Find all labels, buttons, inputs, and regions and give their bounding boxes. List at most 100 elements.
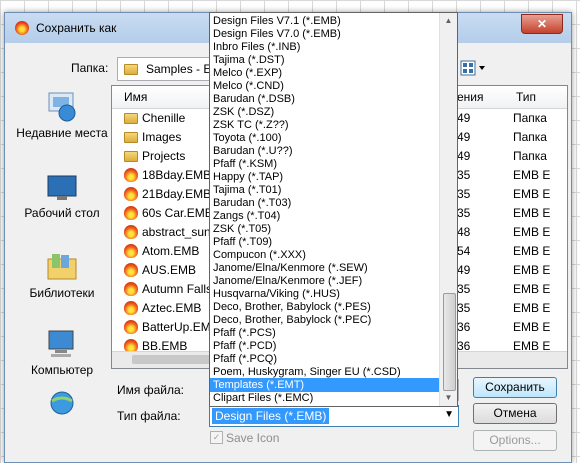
emb-file-icon <box>124 187 138 201</box>
file-name: Projects <box>142 149 186 163</box>
filetype-option[interactable]: Husqvarna/Viking (*.HUS) <box>210 287 442 301</box>
filetype-option[interactable]: Clipart Files (*.EMC) <box>210 391 442 405</box>
filetype-dropdown-list[interactable]: Design Files V7.1 (*.EMB) Design Files V7… <box>209 12 458 407</box>
filename-label: Имя файла: <box>117 383 184 397</box>
filetype-option[interactable]: Tajima (*.T01) <box>210 183 442 197</box>
folder-icon <box>124 62 138 75</box>
emb-file-icon <box>124 206 138 220</box>
cancel-button[interactable]: Отмена <box>473 403 557 424</box>
recent-places-icon <box>48 92 76 122</box>
close-button[interactable]: ✕ <box>521 14 563 34</box>
filetype-option[interactable]: Barudan (*.T03) <box>210 196 442 210</box>
filetype-option[interactable]: Janome/Elna/Kenmore (*.SEW) <box>210 261 442 275</box>
file-name: 21Bday.EMB <box>142 187 212 201</box>
folder-icon <box>124 130 138 144</box>
filetype-option[interactable]: Happy (*.TAP) <box>210 170 442 184</box>
filetype-option[interactable]: Zangs (*.T04) <box>210 209 442 223</box>
emb-file-icon <box>124 168 138 182</box>
filetype-value: Design Files (*.EMB) <box>212 408 330 424</box>
filetype-option[interactable]: Design Files V7.1 (*.EMB) <box>210 14 442 28</box>
scroll-thumb[interactable] <box>443 293 456 391</box>
filetype-option[interactable]: Melco (*.EXP) <box>210 66 442 80</box>
place-libraries[interactable]: Библиотеки <box>14 251 110 300</box>
network-icon <box>50 391 74 415</box>
file-name: Images <box>142 130 182 144</box>
filetype-option[interactable]: Compucon (*.XXX) <box>210 248 442 262</box>
file-modified: 49 <box>457 149 471 163</box>
filetype-option[interactable]: Janome/Elna/Kenmore (*.JEF) <box>210 274 442 288</box>
filetype-label: Тип файла: <box>117 409 181 423</box>
file-type: EMB E <box>513 244 551 258</box>
filetype-option[interactable]: Tajima (*.DST) <box>210 53 442 67</box>
file-name: 18Bday.EMB <box>142 168 212 182</box>
app-flame-icon <box>15 21 29 35</box>
file-modified: 54 <box>457 244 471 258</box>
file-modified: 49 <box>457 111 471 125</box>
save-icon-label: Save Icon <box>226 430 280 445</box>
filetype-option[interactable]: Deco, Brother, Babylock (*.PES) <box>210 300 442 314</box>
file-name: Atom.EMB <box>142 244 200 258</box>
file-type: EMB E <box>513 168 551 182</box>
view-menu-button[interactable] <box>459 59 489 77</box>
file-name: 60s Car.EMB <box>142 206 213 220</box>
scroll-up-arrow-icon[interactable]: ▲ <box>442 14 455 28</box>
file-type: EMB E <box>513 263 551 277</box>
folder-icon <box>124 111 138 125</box>
filetype-option[interactable]: ZSK TC (*.Z??) <box>210 118 442 132</box>
file-type: EMB E <box>513 206 551 220</box>
filetype-option[interactable]: Pfaff (*.PCQ) <box>210 352 442 366</box>
filetype-select[interactable]: Design Files (*.EMB) ▼ <box>209 405 459 427</box>
filetype-option[interactable]: Pfaff (*.PCD) <box>210 339 442 353</box>
filetype-option[interactable]: Inbro Files (*.INB) <box>210 40 442 54</box>
emb-file-icon <box>124 301 138 315</box>
filetype-option[interactable]: ZSK (*.T05) <box>210 222 442 236</box>
file-modified: 35 <box>457 168 471 182</box>
filetype-option[interactable]: Melco (*.CND) <box>210 79 442 93</box>
emb-file-icon <box>124 225 138 239</box>
place-recent[interactable]: Недавние места <box>14 89 110 140</box>
file-modified: 48 <box>457 225 471 239</box>
scroll-down-arrow-icon[interactable]: ▼ <box>442 391 455 405</box>
dropdown-scrollbar[interactable]: ▲ ▼ <box>439 13 457 406</box>
file-type: Папка <box>513 130 547 144</box>
filetype-option[interactable]: Barudan (*.U??) <box>210 144 442 158</box>
filetype-option[interactable]: Pfaff (*.T09) <box>210 235 442 249</box>
emb-file-icon <box>124 244 138 258</box>
filetype-option[interactable]: Deco, Brother, Babylock (*.PEC) <box>210 313 442 327</box>
window-title: Сохранить как <box>36 21 117 35</box>
place-network[interactable] <box>14 389 110 422</box>
filetype-option[interactable]: ZSK (*.DSZ) <box>210 105 442 119</box>
filetype-option[interactable]: Toyota (*.100) <box>210 131 442 145</box>
emb-file-icon <box>124 263 138 277</box>
column-modified[interactable]: ения <box>457 90 484 104</box>
filetype-option[interactable]: Barudan (*.DSB) <box>210 92 442 106</box>
checkmark-icon: ✓ <box>210 431 223 445</box>
save-as-dialog: Сохранить как ✕ Папка: Samples - Emb Нед… <box>4 12 572 463</box>
folder-label: Папка: <box>71 61 109 75</box>
filetype-option[interactable]: Templates (*.EMT) <box>210 378 442 392</box>
file-name: Chenille <box>142 111 186 125</box>
filetype-option[interactable]: Pfaff (*.KSM) <box>210 157 442 171</box>
file-type: EMB E <box>513 320 551 334</box>
emb-file-icon <box>124 282 138 296</box>
places-bar: Недавние места Рабочий стол Библиотеки К… <box>14 83 110 415</box>
options-button[interactable]: Options... <box>473 430 557 451</box>
folder-combo[interactable]: Samples - Emb <box>117 57 228 81</box>
column-name[interactable]: Имя <box>124 90 147 104</box>
file-name: abstract_sun. <box>142 225 215 239</box>
filetype-option[interactable]: Pfaff (*.PCS) <box>210 326 442 340</box>
file-modified: 36 <box>457 320 471 334</box>
file-modified: 35 <box>457 187 471 201</box>
desktop-icon <box>47 175 77 200</box>
filetype-option[interactable]: Poem, Huskygram, Singer EU (*.CSD) <box>210 365 442 379</box>
place-desktop[interactable]: Рабочий стол <box>14 173 110 220</box>
save-icon-checkbox[interactable]: ✓ Save Icon <box>210 430 279 445</box>
computer-icon <box>48 330 74 357</box>
file-modified: 35 <box>457 301 471 315</box>
filetype-option[interactable]: Design Files V7.0 (*.EMB) <box>210 27 442 41</box>
place-computer[interactable]: Компьютер <box>14 328 110 377</box>
file-name: BatterUp.EMB <box>142 320 219 334</box>
save-button[interactable]: Сохранить <box>473 377 557 398</box>
column-type[interactable]: Тип <box>516 90 536 104</box>
file-type: EMB E <box>513 225 551 239</box>
